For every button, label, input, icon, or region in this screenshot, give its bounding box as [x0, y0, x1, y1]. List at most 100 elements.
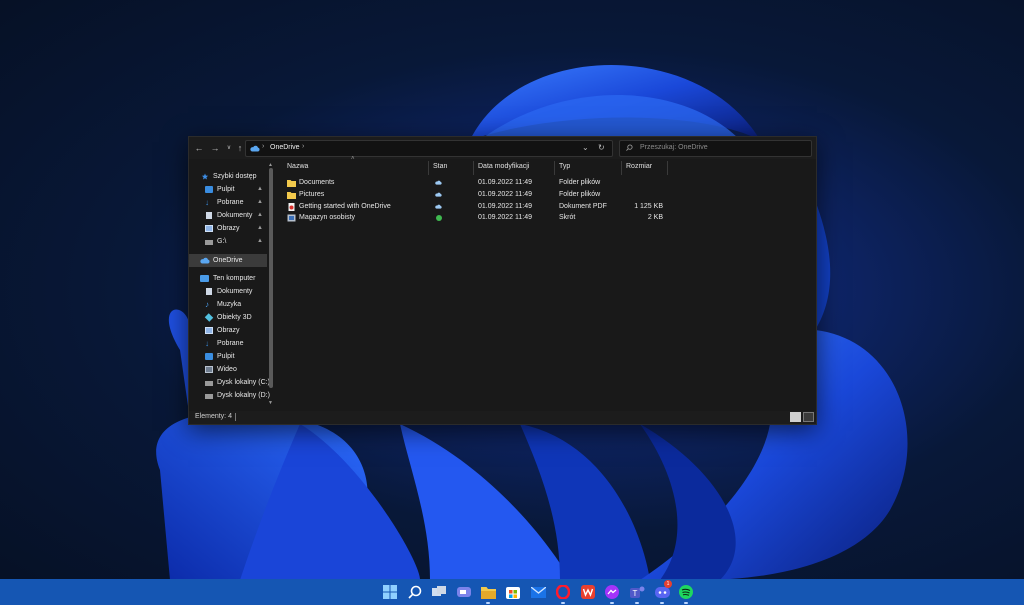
refresh-icon[interactable]: ↻	[598, 143, 605, 152]
sidebar-item-muzyka[interactable]: ♪ Muzyka	[189, 298, 267, 311]
teams-icon[interactable]: T	[628, 583, 646, 601]
column-size[interactable]: Rozmiar	[626, 163, 652, 170]
sidebar-item-pobrane[interactable]: ↓ Pobrane ▲	[189, 196, 267, 209]
sidebar-item-label: Pobrane	[217, 340, 244, 347]
column-type[interactable]: Typ	[559, 163, 570, 170]
spotify-icon[interactable]	[677, 583, 695, 601]
cloud-icon	[435, 204, 442, 209]
breadcrumb-onedrive[interactable]: OneDrive	[270, 144, 300, 151]
navigation-pane: Szybki dostęp Pulpit ▲ ↓ Pobrane ▲ Dokum…	[189, 162, 275, 412]
messenger-icon[interactable]	[603, 583, 621, 601]
file-row[interactable]: Getting started with OneDrive 01.09.2022…	[285, 202, 665, 214]
pin-icon: ▲	[257, 238, 263, 244]
task-view-icon[interactable]	[430, 583, 448, 601]
file-modified: 01.09.2022 11:49	[478, 179, 532, 186]
file-row[interactable]: Pictures 01.09.2022 11:49 Folder plików	[285, 190, 665, 202]
sidebar-item-obrazy-pc[interactable]: Obrazy	[189, 324, 267, 337]
sidebar-item-label: Pobrane	[217, 199, 244, 206]
sidebar-item-label: Obrazy	[217, 225, 240, 232]
back-arrow-icon[interactable]: ←	[193, 142, 205, 154]
svg-text:T: T	[632, 589, 637, 598]
details-view-icon[interactable]	[790, 412, 801, 422]
file-name: Documents	[299, 179, 335, 186]
pin-icon: ▲	[257, 212, 263, 218]
sidebar-item-pulpit[interactable]: Pulpit ▲	[189, 183, 267, 196]
discord-icon[interactable]: 1	[653, 580, 672, 601]
sidebar-item-obrazy[interactable]: Obrazy ▲	[189, 222, 267, 235]
opera-icon[interactable]	[554, 583, 572, 601]
breadcrumb-chevron-icon[interactable]: ›	[302, 143, 304, 150]
address-dropdown-icon[interactable]: ⌄	[582, 143, 589, 152]
pictures-icon	[205, 327, 213, 334]
search-box[interactable]: Przeszukaj: OneDrive	[619, 140, 812, 157]
large-icons-view-icon[interactable]	[803, 412, 814, 422]
scrollbar-thumb[interactable]	[269, 168, 273, 388]
column-divider[interactable]	[428, 161, 429, 175]
cloud-icon	[435, 192, 442, 197]
file-modified: 01.09.2022 11:49	[478, 202, 532, 210]
video-icon	[205, 366, 213, 373]
address-bar[interactable]: › OneDrive › ⌄ ↻	[245, 140, 613, 157]
column-modified[interactable]: Data modyfikacji	[478, 163, 529, 170]
store-icon[interactable]	[504, 583, 522, 601]
forward-arrow-icon[interactable]: →	[209, 142, 221, 154]
sidebar-item-dokumenty-pc[interactable]: Dokumenty	[189, 285, 267, 298]
cloud-icon	[200, 257, 210, 264]
sidebar-item-pobrane-pc[interactable]: ↓ Pobrane	[189, 337, 267, 350]
file-size: 1 125 KB	[634, 202, 663, 210]
address-area: › OneDrive › ⌄ ↻ Przeszukaj: OneDrive	[245, 140, 812, 157]
music-icon: ♪	[205, 300, 209, 309]
sidebar-item-label: Obiekty 3D	[217, 314, 252, 321]
scroll-down-icon[interactable]: ▼	[268, 400, 273, 406]
file-row[interactable]: Magazyn osobisty 01.09.2022 11:49 Skrót …	[285, 213, 665, 225]
search-icon[interactable]	[406, 583, 424, 601]
column-divider[interactable]	[554, 161, 555, 175]
running-indicator	[684, 602, 688, 604]
file-type: Folder plików	[559, 190, 601, 198]
wps-office-icon[interactable]	[579, 583, 597, 601]
sidebar-item-label: OneDrive	[213, 257, 243, 264]
breadcrumb-chevron-icon[interactable]: ›	[262, 143, 264, 150]
running-indicator	[660, 602, 664, 604]
sidebar-item-dokumenty[interactable]: Dokumenty ▲	[189, 209, 267, 222]
column-divider[interactable]	[473, 161, 474, 175]
column-status[interactable]: Stan	[433, 163, 447, 170]
sidebar-item-dysk-c[interactable]: Dysk lokalny (C:)	[189, 376, 270, 389]
start-icon[interactable]	[381, 583, 399, 601]
column-divider[interactable]	[667, 161, 668, 175]
pin-icon: ▲	[257, 199, 263, 205]
download-icon: ↓	[205, 339, 209, 348]
pin-icon: ▲	[257, 225, 263, 231]
sidebar-item-label: Dokumenty	[217, 288, 253, 295]
drive-icon	[205, 394, 213, 399]
status-bar: Elementy: 4	[189, 411, 816, 424]
column-header: ˄ Nazwa Stan Data modyfikacji Typ Rozmia…	[285, 156, 668, 175]
sidebar-item-quick-access[interactable]: Szybki dostęp	[189, 170, 267, 183]
sidebar-item-wideo[interactable]: Wideo	[189, 363, 267, 376]
sidebar-item-this-pc[interactable]: Ten komputer	[189, 272, 267, 285]
sidebar-scrollbar[interactable]: ▲ ▼	[267, 162, 275, 410]
sidebar-item-label: Ten komputer	[213, 275, 256, 282]
pdf-icon	[288, 202, 295, 211]
sidebar-item-g-drive[interactable]: G:\ ▲	[189, 235, 267, 248]
cloud-icon	[435, 180, 442, 185]
cube-icon	[204, 313, 214, 322]
file-size: 2 KB	[647, 214, 663, 222]
sidebar-item-obiekty-3d[interactable]: Obiekty 3D	[189, 311, 267, 324]
sidebar-item-pulpit-pc[interactable]: Pulpit	[189, 350, 267, 363]
file-explorer-icon[interactable]	[479, 583, 497, 601]
mail-icon[interactable]	[529, 583, 547, 601]
column-divider[interactable]	[621, 161, 622, 175]
sidebar-item-label: G:\	[217, 238, 227, 245]
search-input[interactable]: Przeszukaj: OneDrive	[640, 144, 708, 151]
column-name[interactable]: Nazwa	[287, 163, 308, 170]
sidebar-item-onedrive[interactable]: OneDrive	[189, 254, 267, 267]
file-row[interactable]: Documents 01.09.2022 11:49 Folder plików	[285, 178, 665, 190]
sidebar-item-label: Wideo	[217, 366, 237, 373]
sidebar-item-label: Muzyka	[217, 301, 242, 308]
chat-icon[interactable]	[455, 583, 473, 601]
sidebar-item-dysk-d[interactable]: Dysk lokalny (D:)	[189, 389, 270, 402]
status-divider	[235, 413, 236, 421]
sidebar-item-label: Dysk lokalny (C:)	[217, 379, 270, 386]
file-modified: 01.09.2022 11:49	[478, 214, 532, 222]
